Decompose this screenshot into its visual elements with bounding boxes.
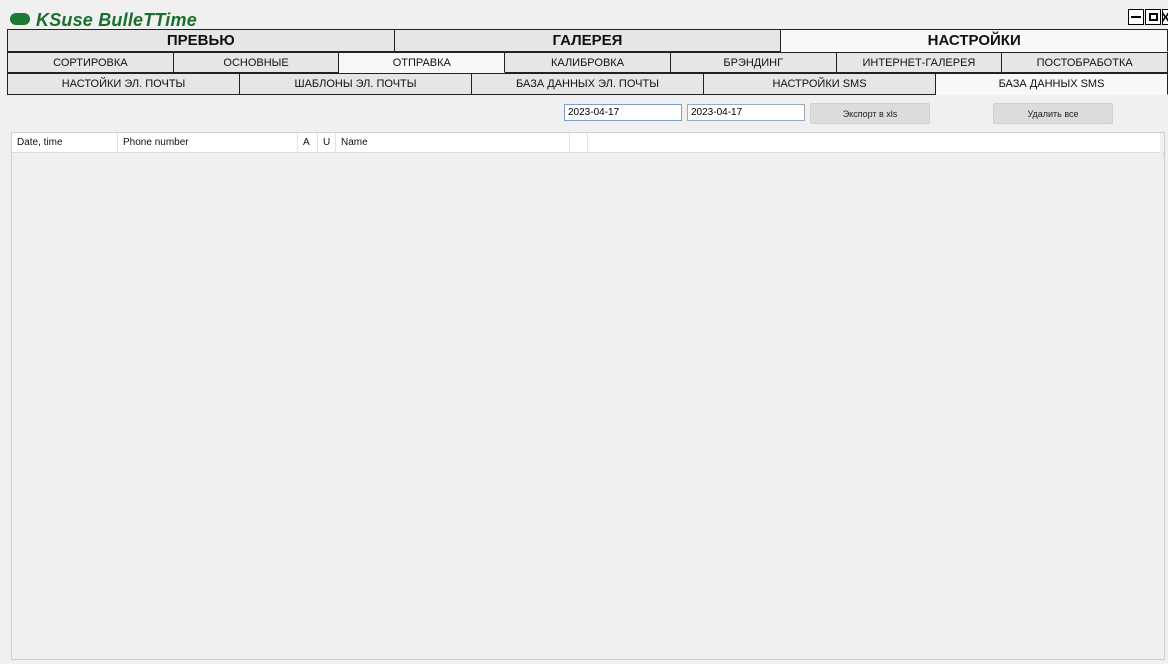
date-from-input[interactable]: [564, 104, 682, 121]
column-header-phone-number[interactable]: Phone number: [118, 133, 298, 152]
column-header-blank[interactable]: [570, 133, 588, 152]
main-tab-bar: ПРЕВЬЮ ГАЛЕРЕЯ НАСТРОЙКИ: [0, 29, 1168, 52]
tab-postprocessing[interactable]: ПОСТОБРАБОТКА: [1002, 52, 1168, 73]
tab-branding[interactable]: БРЭНДИНГ: [670, 52, 837, 73]
export-xls-button[interactable]: Экспорт в xls: [810, 103, 930, 124]
column-header-date-time[interactable]: Date, time: [12, 133, 118, 152]
tab-calibration[interactable]: КАЛИБРОВКА: [505, 52, 671, 73]
tab-email-settings[interactable]: НАСТОЙКИ ЭЛ. ПОЧТЫ: [7, 73, 240, 95]
title-bar: KSuse BulleTTime X: [0, 0, 1168, 30]
scrollbar[interactable]: [1157, 152, 1164, 158]
sms-database-table[interactable]: Date, time Phone number A U Name: [11, 132, 1165, 660]
tab-email-database[interactable]: БАЗА ДАННЫХ ЭЛ. ПОЧТЫ: [472, 73, 704, 95]
app-title: KSuse BulleTTime: [36, 10, 197, 30]
tab-internet-gallery[interactable]: ИНТЕРНЕТ-ГАЛЕРЕЯ: [836, 52, 1003, 73]
minimize-icon[interactable]: [1128, 9, 1144, 25]
tab-general[interactable]: ОСНОВНЫЕ: [173, 52, 340, 73]
tab-sms-database[interactable]: БАЗА ДАННЫХ SMS: [936, 73, 1168, 95]
table-header: Date, time Phone number A U Name: [12, 133, 1160, 153]
tab-sms-settings[interactable]: НАСТРОЙКИ SMS: [704, 73, 936, 95]
tab-settings[interactable]: НАСТРОЙКИ: [781, 29, 1168, 52]
tab-sorting[interactable]: СОРТИРОВКА: [7, 52, 174, 73]
sending-tab-bar: НАСТОЙКИ ЭЛ. ПОЧТЫ ШАБЛОНЫ ЭЛ. ПОЧТЫ БАЗ…: [0, 73, 1168, 95]
tab-email-templates[interactable]: ШАБЛОНЫ ЭЛ. ПОЧТЫ: [240, 73, 472, 95]
delete-all-button[interactable]: Удалить все: [993, 103, 1113, 124]
close-icon[interactable]: X: [1162, 9, 1168, 25]
column-header-filler: [588, 133, 1160, 152]
maximize-icon[interactable]: [1145, 9, 1161, 25]
window-controls: X: [1127, 9, 1168, 27]
tab-gallery[interactable]: ГАЛЕРЕЯ: [394, 29, 782, 52]
column-header-u[interactable]: U: [318, 133, 336, 152]
settings-tab-bar: СОРТИРОВКА ОСНОВНЫЕ ОТПРАВКА КАЛИБРОВКА …: [0, 52, 1168, 73]
tab-preview[interactable]: ПРЕВЬЮ: [7, 29, 395, 52]
app-logo-icon: [10, 13, 30, 25]
column-header-name[interactable]: Name: [336, 133, 570, 152]
column-header-a[interactable]: A: [298, 133, 318, 152]
date-to-input[interactable]: [687, 104, 805, 121]
tab-sending[interactable]: ОТПРАВКА: [339, 52, 506, 73]
